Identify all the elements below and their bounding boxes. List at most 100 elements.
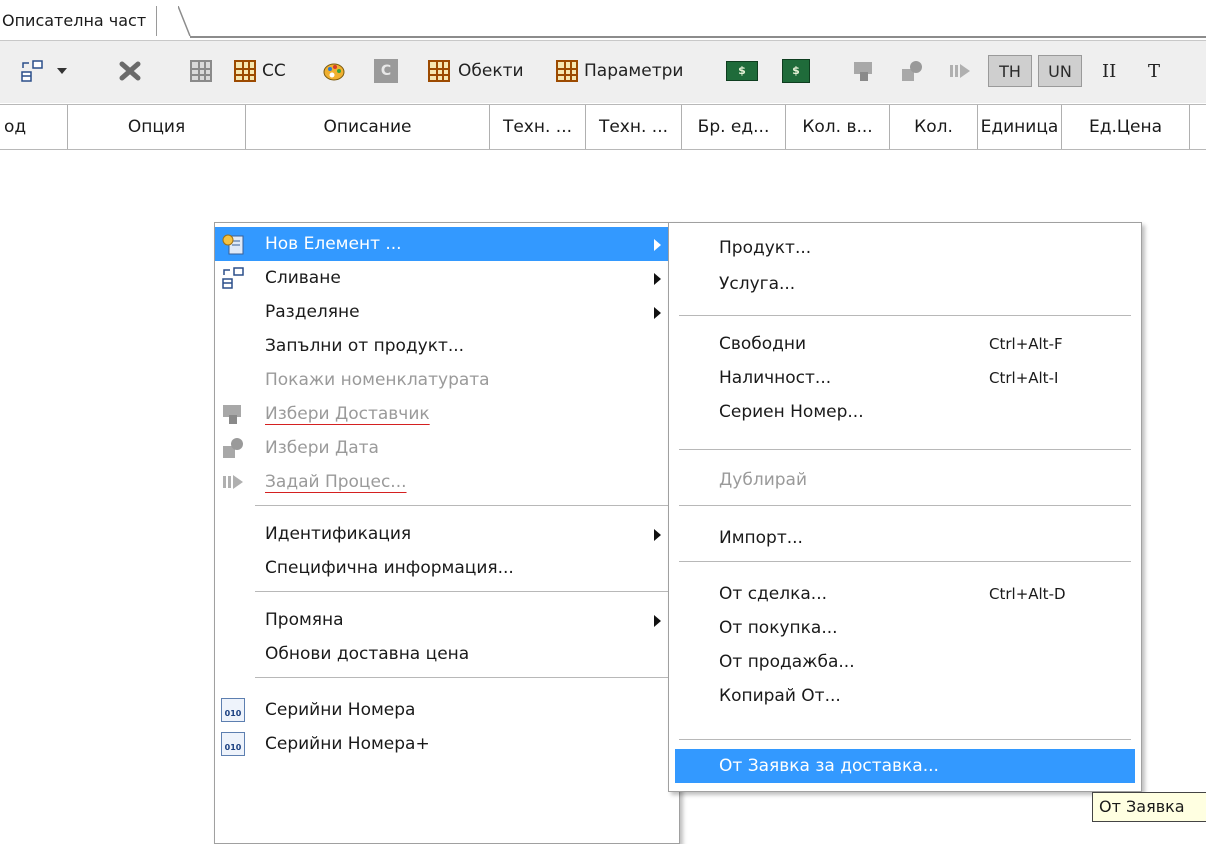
ii-button[interactable]: II xyxy=(1102,55,1116,87)
cc-button[interactable]: CC xyxy=(234,55,286,87)
submenu-arrow-icon xyxy=(654,307,661,319)
palette-button[interactable] xyxy=(322,55,346,87)
menu-item-label: Избери Дата xyxy=(265,438,379,458)
serial-numbers-plus-icon: 010 xyxy=(221,732,245,756)
column-header[interactable]: Техн. ... xyxy=(586,105,682,149)
submenu-item-product[interactable]: Продукт... xyxy=(669,231,1141,265)
column-header[interactable]: Кол. xyxy=(890,105,978,149)
un-toggle[interactable]: UN xyxy=(1038,55,1082,87)
grid-disabled-button[interactable] xyxy=(190,55,212,87)
menu-item-split[interactable]: Разделяне xyxy=(215,295,679,329)
objects-label: Обекти xyxy=(458,61,524,81)
merge-dropdown-button[interactable] xyxy=(20,55,68,87)
column-header-label: Описание xyxy=(323,117,412,137)
delete-x-icon xyxy=(119,61,141,81)
date-button[interactable] xyxy=(900,55,924,87)
column-header[interactable]: Единица xyxy=(978,105,1062,149)
submenu-item-service[interactable]: Услуга... xyxy=(669,267,1141,301)
supplier-button[interactable] xyxy=(852,55,876,87)
parameters-button[interactable]: Параметри xyxy=(556,55,683,87)
delete-button[interactable] xyxy=(118,55,142,87)
serial-numbers-icon: 010 xyxy=(221,698,245,722)
column-header[interactable]: Бр. ед... xyxy=(682,105,786,149)
menu-item-label: Разделяне xyxy=(265,302,360,322)
submenu-item-duplicate[interactable]: Дублирай xyxy=(669,463,1141,497)
menu-item-serial-numbers[interactable]: 010 Серийни Номера xyxy=(215,693,679,727)
menu-item-show-nomenclature[interactable]: Покажи номенклатурата xyxy=(215,363,679,397)
un-toggle-label: UN xyxy=(1038,55,1082,87)
tab-description-label: Описателна част xyxy=(2,11,147,30)
menu-item-new-element[interactable]: Нов Елемент ... xyxy=(215,227,679,261)
submenu-item-from-sale[interactable]: От продажба... xyxy=(669,645,1141,679)
submenu-item-serial-number[interactable]: Сериен Номер... xyxy=(669,395,1141,429)
menu-item-label: Копирай От... xyxy=(719,686,841,706)
submenu-item-copy-from[interactable]: Копирай От... xyxy=(669,679,1141,713)
th-toggle-label: TH xyxy=(988,55,1032,87)
c-icon: C xyxy=(374,59,398,83)
date-icon xyxy=(223,438,243,458)
th-toggle[interactable]: TH xyxy=(988,55,1032,87)
money-button-2[interactable]: $ xyxy=(782,55,810,87)
menu-item-select-date[interactable]: Избери Дата xyxy=(215,431,679,465)
menu-separator xyxy=(255,591,673,592)
new-element-icon xyxy=(222,234,244,255)
menu-item-label: Избери Доставчик xyxy=(265,404,430,424)
column-header[interactable]: Ед.Цена xyxy=(1062,105,1190,149)
objects-button[interactable]: Обекти xyxy=(428,55,524,87)
t-button[interactable]: T xyxy=(1148,55,1160,87)
menu-item-label: От Заявка за доставка... xyxy=(719,756,939,776)
supplier-icon xyxy=(223,405,241,424)
menu-item-label: Обнови доставна цена xyxy=(265,644,470,664)
process-icon xyxy=(223,475,243,489)
submenu-item-from-purchase[interactable]: От покупка... xyxy=(669,611,1141,645)
menu-item-fill-from-product[interactable]: Запълни от продукт... xyxy=(215,329,679,363)
context-menu: Нов Елемент ... Сливане Разделяне Запълн… xyxy=(214,222,680,844)
menu-item-identification[interactable]: Идентификация xyxy=(215,517,679,551)
menu-separator xyxy=(255,505,673,506)
column-header[interactable]: Опция xyxy=(68,105,246,149)
column-header-label: Кол. в... xyxy=(802,117,873,137)
column-header-label: Техн. ... xyxy=(598,117,669,137)
grid-icon xyxy=(428,60,450,82)
menu-item-label: От продажба... xyxy=(719,652,855,672)
money-button-1[interactable]: $ xyxy=(726,55,758,87)
menu-item-label: От покупка... xyxy=(719,618,838,638)
menu-item-specific-info[interactable]: Специфична информация... xyxy=(215,551,679,585)
column-header[interactable]: Техн. ... xyxy=(490,105,586,149)
menu-item-label: Серийни Номера xyxy=(265,700,416,720)
process-button[interactable] xyxy=(948,55,972,87)
tab-description[interactable]: Описателна част xyxy=(0,6,158,36)
column-header-label: Опция xyxy=(127,117,186,137)
submenu-item-from-delivery-request[interactable]: От Заявка за доставка... xyxy=(675,749,1135,783)
menu-item-label: Задай Процес... xyxy=(265,472,407,492)
menu-item-change[interactable]: Промяна xyxy=(215,603,679,637)
menu-separator xyxy=(679,315,1131,316)
submenu-item-free[interactable]: Свободни Ctrl+Alt-F xyxy=(669,327,1141,361)
menu-item-merge[interactable]: Сливане xyxy=(215,261,679,295)
column-header[interactable]: од xyxy=(0,105,68,149)
c-button[interactable]: C xyxy=(374,55,398,87)
submenu-item-import[interactable]: Импорт... xyxy=(669,521,1141,555)
submenu-item-availability[interactable]: Наличност... Ctrl+Alt-I xyxy=(669,361,1141,395)
merge-icon xyxy=(21,60,43,82)
menu-item-label: Серийни Номера+ xyxy=(265,734,430,754)
tab-underline xyxy=(190,36,1206,38)
toolbar: CC C Обекти Параметри $ $ TH UN II T xyxy=(0,40,1206,103)
column-header[interactable]: Кол. в... xyxy=(786,105,890,149)
menu-item-set-process[interactable]: Задай Процес... xyxy=(215,465,679,499)
column-header[interactable]: Описание xyxy=(246,105,490,149)
shortcut-label: Ctrl+Alt-I xyxy=(989,369,1059,387)
menu-item-label: Наличност... xyxy=(719,368,832,388)
tab-strip: Описателна част xyxy=(0,0,1206,40)
menu-item-serial-numbers-plus[interactable]: 010 Серийни Номера+ xyxy=(215,727,679,761)
chevron-down-icon xyxy=(57,68,67,74)
table-header: од Опция Описание Техн. ... Техн. ... Бр… xyxy=(0,104,1206,150)
menu-separator xyxy=(679,561,1131,562)
menu-item-select-supplier[interactable]: Избери Доставчик xyxy=(215,397,679,431)
parameters-label: Параметри xyxy=(584,61,684,81)
menu-item-label: Нов Елемент ... xyxy=(265,234,402,254)
menu-separator xyxy=(679,739,1131,740)
column-header-label: Кол. xyxy=(914,117,953,137)
submenu-item-from-deal[interactable]: От сделка... Ctrl+Alt-D xyxy=(669,577,1141,611)
menu-item-update-delivery-price[interactable]: Обнови доставна цена xyxy=(215,637,679,671)
